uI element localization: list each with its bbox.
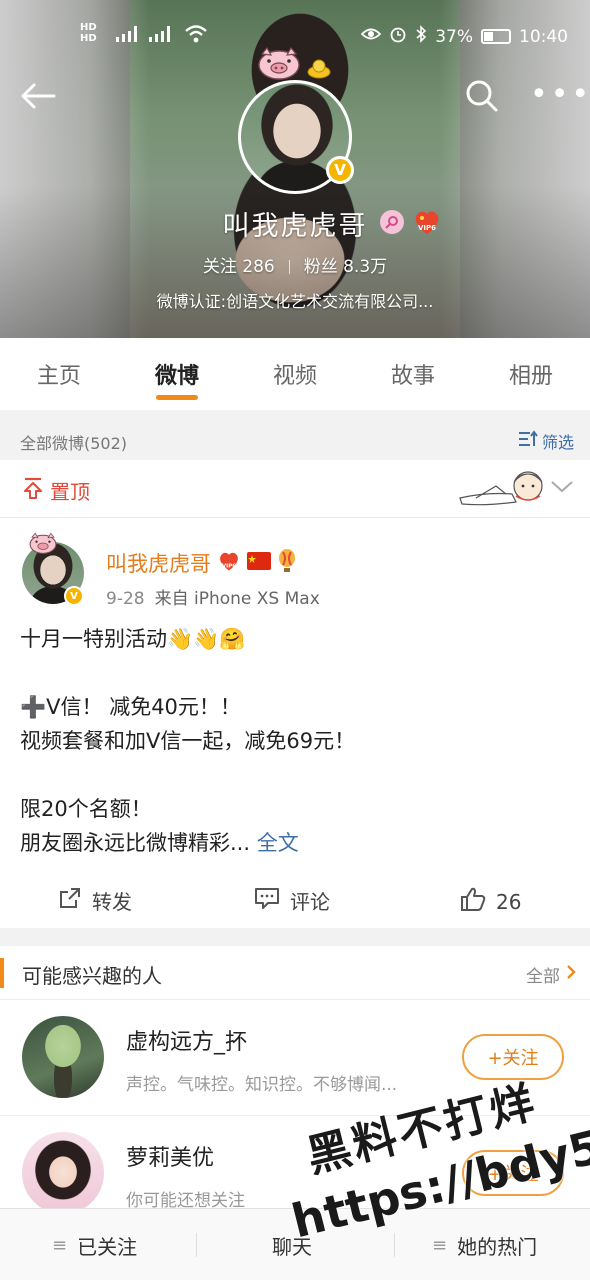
- suggested-users: 可能感兴趣的人 全部 虚构远方_抔 声控。气味控。知识控。不够博闻... +关注…: [0, 946, 590, 1232]
- tab-album[interactable]: 相册: [472, 338, 590, 410]
- chat-button[interactable]: 聊天: [272, 1231, 312, 1260]
- comment-button[interactable]: 评论: [254, 886, 330, 915]
- pin-top-icon: [22, 477, 44, 504]
- comment-icon: [254, 886, 280, 915]
- user-avatar[interactable]: [22, 1132, 104, 1214]
- search-icon[interactable]: [462, 76, 502, 116]
- verified-badge-icon: V: [326, 156, 354, 184]
- filter-bar: 全部微博(502) 筛选: [0, 420, 590, 460]
- suggested-user-row[interactable]: 虚构远方_抔 声控。气味控。知识控。不够博闻... +关注: [0, 1000, 590, 1116]
- following-stat[interactable]: 关注 286: [203, 257, 275, 277]
- post-body[interactable]: 十月一特别活动👋👋🤗 ➕V信！ 减免40元！！ 视频套餐和加V信一起，减免69元…: [20, 622, 576, 860]
- her-hot-posts-button[interactable]: ≡ 她的热门: [432, 1231, 537, 1260]
- tab-story[interactable]: 故事: [354, 338, 472, 410]
- filter-button[interactable]: 筛选: [518, 429, 574, 453]
- bluetooth-icon: [415, 25, 427, 48]
- bottom-action-bar: ≡ 已关注 聊天 ≡ 她的热门: [0, 1208, 590, 1280]
- followed-button[interactable]: ≡ 已关注: [52, 1231, 137, 1260]
- tab-weibo[interactable]: 微博: [118, 338, 236, 410]
- post-source: 来自 iPhone XS Max: [154, 589, 320, 609]
- tab-video[interactable]: 视频: [236, 338, 354, 410]
- weibo-post[interactable]: V 叫我虎虎哥 VIP6 9-28 来自 iPhone XS Max 十月一特别活…: [0, 518, 590, 928]
- china-flag-icon: [247, 551, 271, 575]
- read-more-link[interactable]: 全文: [257, 831, 299, 855]
- pig-sticker-icon: [256, 46, 302, 80]
- follow-stats: 关注 286 粉丝 8.3万: [0, 252, 590, 277]
- verified-badge-icon: V: [64, 586, 84, 606]
- user-avatar[interactable]: [22, 1016, 104, 1098]
- menu-icon: ≡: [52, 1235, 68, 1256]
- user-name[interactable]: 萝莉美优: [126, 1140, 214, 1172]
- alarm-icon: [389, 25, 407, 48]
- profile-name: 叫我虎虎哥: [222, 211, 368, 242]
- tab-home[interactable]: 主页: [0, 338, 118, 410]
- post-text: 十月一特别活动👋👋🤗 ➕V信！ 减免40元！！ 视频套餐和加V信一起，减免69元…: [20, 627, 356, 855]
- back-arrow-icon[interactable]: [18, 76, 58, 116]
- profile-tabs: 主页 微博 视频 故事 相册: [0, 338, 590, 410]
- signal-bars-icon: [116, 26, 170, 42]
- post-actions: 转发 评论 26: [0, 882, 590, 918]
- more-options-icon[interactable]: •••: [530, 80, 590, 110]
- cartoon-girl-sticker-icon: [456, 464, 552, 510]
- followers-stat[interactable]: 粉丝 8.3万: [304, 257, 387, 277]
- repost-icon: [58, 886, 82, 915]
- battery-percent: 37%: [435, 26, 473, 47]
- svg-text:VIP6: VIP6: [222, 563, 236, 569]
- follow-button[interactable]: +关注: [462, 1150, 564, 1196]
- menu-icon: ≡: [432, 1235, 448, 1256]
- vip-heart-icon: VIP6: [217, 550, 241, 577]
- post-date: 9-28: [106, 589, 145, 609]
- chevron-right-icon: [566, 964, 576, 985]
- repost-button[interactable]: 转发: [58, 886, 132, 915]
- gold-ingot-icon: [306, 56, 332, 86]
- like-count: 26: [496, 889, 522, 914]
- svg-text:VIP6: VIP6: [418, 224, 436, 232]
- pinned-header: 置顶: [0, 460, 590, 518]
- eye-icon: [360, 26, 382, 47]
- wifi-icon: [184, 24, 208, 49]
- post-meta: 9-28 来自 iPhone XS Max: [106, 584, 320, 609]
- vip-heart-icon: VIP6: [412, 208, 442, 236]
- female-gender-icon: [380, 210, 404, 234]
- signal-hd-label: HD HD: [80, 22, 97, 44]
- battery-icon: [481, 29, 511, 44]
- pinned-label: 置顶: [50, 480, 90, 504]
- post-author-name[interactable]: 叫我虎虎哥: [106, 548, 211, 578]
- user-name[interactable]: 虚构远方_抔: [126, 1024, 247, 1056]
- thumbs-up-icon: [460, 886, 486, 917]
- hot-air-balloon-icon: [277, 548, 297, 578]
- profile-header: HD HD 37% 10:40 ••• V 叫我虎虎哥 VIP6 关注 286 …: [0, 0, 590, 338]
- suggested-title: 可能感兴趣的人: [22, 964, 162, 988]
- weibo-count: 全部微博(502): [20, 434, 128, 453]
- user-desc: 声控。气味控。知识控。不够博闻...: [126, 1075, 398, 1095]
- see-all-button[interactable]: 全部: [526, 962, 576, 987]
- chevron-down-icon[interactable]: [550, 478, 574, 498]
- clock-time: 10:40: [519, 26, 568, 47]
- filter-icon: [518, 430, 538, 452]
- like-button[interactable]: 26: [460, 886, 521, 917]
- follow-button[interactable]: +关注: [462, 1034, 564, 1080]
- certification-text[interactable]: 微博认证:创语文化艺术交流有限公司...: [0, 288, 590, 312]
- pig-sticker-icon: [28, 532, 58, 554]
